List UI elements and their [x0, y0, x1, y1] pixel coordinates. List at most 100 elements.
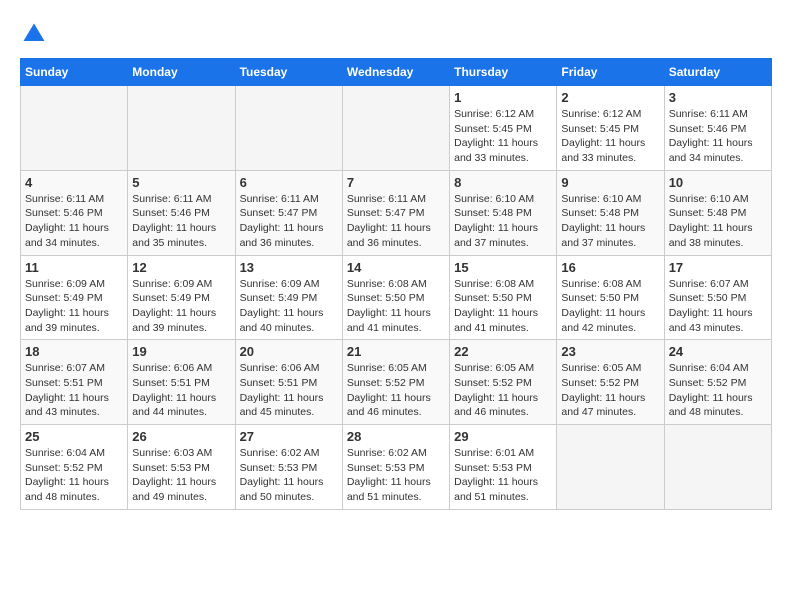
day-info: Sunrise: 6:05 AMSunset: 5:52 PMDaylight:…	[347, 361, 445, 420]
day-info: Sunrise: 6:06 AMSunset: 5:51 PMDaylight:…	[240, 361, 338, 420]
calendar-cell: 16 Sunrise: 6:08 AMSunset: 5:50 PMDayligh…	[557, 255, 664, 340]
page-header	[20, 20, 772, 48]
calendar-week-row: 11Sunrise: 6:09 AMSunset: 5:49 PMDayligh…	[21, 255, 772, 340]
weekday-header-thursday: Thursday	[450, 59, 557, 86]
calendar-cell: 23 Sunrise: 6:05 AMSunset: 5:52 PMDayligh…	[557, 340, 664, 425]
day-number: 6	[240, 175, 338, 190]
calendar-cell: 18Sunrise: 6:07 AMSunset: 5:51 PMDayligh…	[21, 340, 128, 425]
weekday-header-sunday: Sunday	[21, 59, 128, 86]
day-info: Sunrise: 6:04 AMSunset: 5:52 PMDaylight:…	[25, 446, 123, 505]
day-number: 29	[454, 429, 552, 444]
calendar-cell: 1 Sunrise: 6:12 AMSunset: 5:45 PMDaylight…	[450, 86, 557, 171]
day-info: Sunrise: 6:09 AMSunset: 5:49 PMDaylight:…	[132, 277, 230, 336]
calendar-cell: 8 Sunrise: 6:10 AMSunset: 5:48 PMDaylight…	[450, 170, 557, 255]
calendar-cell	[664, 425, 771, 510]
day-number: 23	[561, 344, 659, 359]
day-info: Sunrise: 6:11 AMSunset: 5:46 PMDaylight:…	[132, 192, 230, 251]
calendar-cell: 4 Sunrise: 6:11 AMSunset: 5:46 PMDaylight…	[21, 170, 128, 255]
calendar-cell: 9 Sunrise: 6:10 AMSunset: 5:48 PMDaylight…	[557, 170, 664, 255]
weekday-header-monday: Monday	[128, 59, 235, 86]
calendar-week-row: 1 Sunrise: 6:12 AMSunset: 5:45 PMDaylight…	[21, 86, 772, 171]
day-info: Sunrise: 6:11 AMSunset: 5:46 PMDaylight:…	[25, 192, 123, 251]
calendar-cell: 6 Sunrise: 6:11 AMSunset: 5:47 PMDaylight…	[235, 170, 342, 255]
day-info: Sunrise: 6:08 AMSunset: 5:50 PMDaylight:…	[454, 277, 552, 336]
day-number: 12	[132, 260, 230, 275]
day-number: 10	[669, 175, 767, 190]
day-number: 22	[454, 344, 552, 359]
calendar-cell: 28 Sunrise: 6:02 AMSunset: 5:53 PMDayligh…	[342, 425, 449, 510]
calendar-cell	[557, 425, 664, 510]
day-info: Sunrise: 6:03 AMSunset: 5:53 PMDaylight:…	[132, 446, 230, 505]
calendar-cell: 12 Sunrise: 6:09 AMSunset: 5:49 PMDayligh…	[128, 255, 235, 340]
weekday-header-friday: Friday	[557, 59, 664, 86]
day-info: Sunrise: 6:10 AMSunset: 5:48 PMDaylight:…	[669, 192, 767, 251]
calendar-cell	[342, 86, 449, 171]
weekday-header-row: SundayMondayTuesdayWednesdayThursdayFrid…	[21, 59, 772, 86]
calendar-cell: 25Sunrise: 6:04 AMSunset: 5:52 PMDayligh…	[21, 425, 128, 510]
day-info: Sunrise: 6:10 AMSunset: 5:48 PMDaylight:…	[454, 192, 552, 251]
calendar-table: SundayMondayTuesdayWednesdayThursdayFrid…	[20, 58, 772, 510]
day-info: Sunrise: 6:11 AMSunset: 5:47 PMDaylight:…	[240, 192, 338, 251]
day-number: 7	[347, 175, 445, 190]
calendar-week-row: 18Sunrise: 6:07 AMSunset: 5:51 PMDayligh…	[21, 340, 772, 425]
calendar-cell: 13 Sunrise: 6:09 AMSunset: 5:49 PMDayligh…	[235, 255, 342, 340]
day-info: Sunrise: 6:02 AMSunset: 5:53 PMDaylight:…	[240, 446, 338, 505]
day-info: Sunrise: 6:05 AMSunset: 5:52 PMDaylight:…	[561, 361, 659, 420]
calendar-cell: 27 Sunrise: 6:02 AMSunset: 5:53 PMDayligh…	[235, 425, 342, 510]
calendar-cell: 26Sunrise: 6:03 AMSunset: 5:53 PMDayligh…	[128, 425, 235, 510]
day-info: Sunrise: 6:01 AMSunset: 5:53 PMDaylight:…	[454, 446, 552, 505]
day-number: 27	[240, 429, 338, 444]
day-number: 2	[561, 90, 659, 105]
day-info: Sunrise: 6:08 AMSunset: 5:50 PMDaylight:…	[561, 277, 659, 336]
day-info: Sunrise: 6:05 AMSunset: 5:52 PMDaylight:…	[454, 361, 552, 420]
day-number: 13	[240, 260, 338, 275]
weekday-header-wednesday: Wednesday	[342, 59, 449, 86]
calendar-cell: 24Sunrise: 6:04 AMSunset: 5:52 PMDayligh…	[664, 340, 771, 425]
calendar-cell	[128, 86, 235, 171]
day-number: 8	[454, 175, 552, 190]
calendar-cell: 17Sunrise: 6:07 AMSunset: 5:50 PMDayligh…	[664, 255, 771, 340]
day-info: Sunrise: 6:09 AMSunset: 5:49 PMDaylight:…	[240, 277, 338, 336]
day-info: Sunrise: 6:10 AMSunset: 5:48 PMDaylight:…	[561, 192, 659, 251]
day-number: 4	[25, 175, 123, 190]
day-number: 21	[347, 344, 445, 359]
calendar-cell	[235, 86, 342, 171]
calendar-cell: 22 Sunrise: 6:05 AMSunset: 5:52 PMDayligh…	[450, 340, 557, 425]
day-info: Sunrise: 6:06 AMSunset: 5:51 PMDaylight:…	[132, 361, 230, 420]
day-info: Sunrise: 6:02 AMSunset: 5:53 PMDaylight:…	[347, 446, 445, 505]
weekday-header-saturday: Saturday	[664, 59, 771, 86]
day-number: 3	[669, 90, 767, 105]
day-number: 16	[561, 260, 659, 275]
calendar-cell: 20 Sunrise: 6:06 AMSunset: 5:51 PMDayligh…	[235, 340, 342, 425]
day-number: 9	[561, 175, 659, 190]
day-number: 5	[132, 175, 230, 190]
day-number: 1	[454, 90, 552, 105]
day-number: 18	[25, 344, 123, 359]
day-info: Sunrise: 6:09 AMSunset: 5:49 PMDaylight:…	[25, 277, 123, 336]
day-number: 19	[132, 344, 230, 359]
calendar-cell	[21, 86, 128, 171]
day-info: Sunrise: 6:07 AMSunset: 5:50 PMDaylight:…	[669, 277, 767, 336]
weekday-header-tuesday: Tuesday	[235, 59, 342, 86]
calendar-cell: 14Sunrise: 6:08 AMSunset: 5:50 PMDayligh…	[342, 255, 449, 340]
day-number: 24	[669, 344, 767, 359]
calendar-cell: 19 Sunrise: 6:06 AMSunset: 5:51 PMDayligh…	[128, 340, 235, 425]
day-number: 28	[347, 429, 445, 444]
day-number: 14	[347, 260, 445, 275]
calendar-cell: 11Sunrise: 6:09 AMSunset: 5:49 PMDayligh…	[21, 255, 128, 340]
calendar-cell: 7 Sunrise: 6:11 AMSunset: 5:47 PMDaylight…	[342, 170, 449, 255]
day-number: 15	[454, 260, 552, 275]
calendar-week-row: 4 Sunrise: 6:11 AMSunset: 5:46 PMDaylight…	[21, 170, 772, 255]
calendar-week-row: 25Sunrise: 6:04 AMSunset: 5:52 PMDayligh…	[21, 425, 772, 510]
calendar-cell: 10 Sunrise: 6:10 AMSunset: 5:48 PMDayligh…	[664, 170, 771, 255]
day-number: 20	[240, 344, 338, 359]
logo-icon	[20, 20, 48, 48]
day-info: Sunrise: 6:11 AMSunset: 5:46 PMDaylight:…	[669, 107, 767, 166]
day-info: Sunrise: 6:11 AMSunset: 5:47 PMDaylight:…	[347, 192, 445, 251]
calendar-cell: 5 Sunrise: 6:11 AMSunset: 5:46 PMDaylight…	[128, 170, 235, 255]
logo	[20, 20, 52, 48]
calendar-cell: 2 Sunrise: 6:12 AMSunset: 5:45 PMDaylight…	[557, 86, 664, 171]
day-info: Sunrise: 6:12 AMSunset: 5:45 PMDaylight:…	[454, 107, 552, 166]
calendar-cell: 29 Sunrise: 6:01 AMSunset: 5:53 PMDayligh…	[450, 425, 557, 510]
day-info: Sunrise: 6:12 AMSunset: 5:45 PMDaylight:…	[561, 107, 659, 166]
